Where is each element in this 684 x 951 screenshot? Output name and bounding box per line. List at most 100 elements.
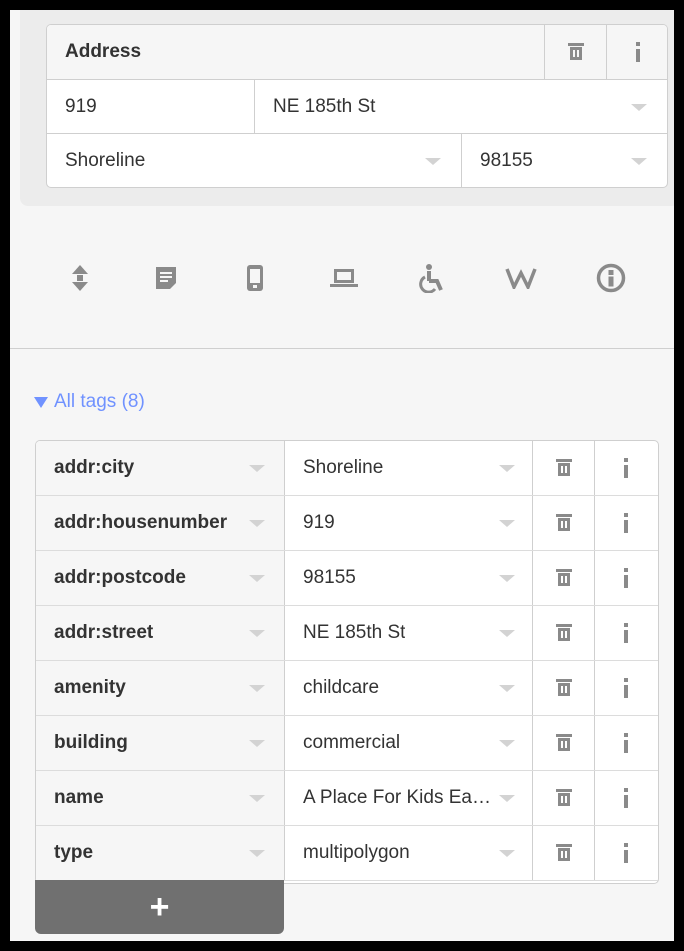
tag-key-input[interactable]: name — [36, 771, 285, 825]
housenumber-value: 919 — [65, 95, 97, 117]
address-info-button[interactable] — [606, 25, 667, 79]
wheelchair-button[interactable] — [412, 260, 452, 296]
tag-value-input[interactable]: commercial — [285, 716, 533, 770]
tag-row: amenity childcare — [36, 661, 658, 716]
tag-key-input[interactable]: addr:postcode — [36, 551, 285, 605]
trash-icon — [555, 734, 572, 751]
tag-row: name A Place For Kids Ea… — [36, 771, 658, 826]
tag-delete-button[interactable] — [533, 826, 595, 880]
tag-info-button[interactable] — [595, 661, 656, 715]
tag-delete-button[interactable] — [533, 661, 595, 715]
housenumber-input[interactable]: 919 — [47, 80, 255, 134]
tag-row: type multipolygon — [36, 826, 658, 881]
website-icon — [330, 269, 358, 287]
tag-delete-button[interactable] — [533, 551, 595, 605]
tag-key-input[interactable]: addr:housenumber — [36, 496, 285, 550]
tag-info-button[interactable] — [595, 771, 656, 825]
tag-value-text: commercial — [303, 732, 401, 753]
tag-delete-button[interactable] — [533, 441, 595, 495]
note-icon — [156, 267, 176, 289]
tag-delete-button[interactable] — [533, 496, 595, 550]
tag-row: building commercial — [36, 716, 658, 771]
phone-button[interactable] — [235, 260, 275, 296]
trash-icon — [555, 789, 572, 806]
field-icons-row — [10, 242, 674, 312]
tag-value-input[interactable]: 98155 — [285, 551, 533, 605]
tag-row: addr:postcode 98155 — [36, 551, 658, 606]
tag-row: addr:city Shoreline — [36, 441, 658, 496]
chevron-down-icon — [499, 465, 515, 472]
tag-row: addr:housenumber 919 — [36, 496, 658, 551]
tag-delete-button[interactable] — [533, 606, 595, 660]
tag-value-input[interactable]: multipolygon — [285, 826, 533, 880]
address-field-section: Address 919 NE 185th St Shoreline 98155 — [20, 10, 674, 206]
chevron-down-icon — [499, 630, 515, 637]
info-icon — [623, 733, 628, 753]
chevron-down-icon — [499, 685, 515, 692]
tag-key-input[interactable]: addr:street — [36, 606, 285, 660]
all-tags-toggle[interactable]: All tags (8) — [34, 391, 145, 413]
tag-value-input[interactable]: Shoreline — [285, 441, 533, 495]
elevation-button[interactable] — [60, 260, 100, 296]
wikipedia-icon — [505, 268, 537, 289]
chevron-down-icon — [425, 158, 441, 165]
tag-info-button[interactable] — [595, 716, 656, 770]
tag-value-input[interactable]: A Place For Kids Ea… — [285, 771, 533, 825]
chevron-down-icon — [249, 465, 265, 472]
trash-icon — [555, 459, 572, 476]
tag-delete-button[interactable] — [533, 716, 595, 770]
tag-info-button[interactable] — [595, 551, 656, 605]
tag-value-input[interactable]: NE 185th St — [285, 606, 533, 660]
tag-value-input[interactable]: 919 — [285, 496, 533, 550]
info-circle-icon — [596, 263, 626, 293]
trash-icon — [555, 679, 572, 696]
info-circle-button[interactable] — [591, 260, 631, 296]
city-combo[interactable]: Shoreline — [47, 134, 462, 187]
tag-value-text: NE 185th St — [303, 622, 406, 643]
tag-key-text: addr:housenumber — [54, 512, 228, 533]
note-button[interactable] — [146, 260, 186, 296]
tag-row: addr:street NE 185th St — [36, 606, 658, 661]
chevron-down-icon — [499, 575, 515, 582]
chevron-down-icon — [249, 740, 265, 747]
street-value: NE 185th St — [273, 95, 376, 117]
tag-value-text: 98155 — [303, 567, 356, 588]
tag-value-text: Shoreline — [303, 457, 384, 478]
postcode-combo[interactable]: 98155 — [462, 134, 667, 187]
chevron-down-icon — [499, 520, 515, 527]
tag-info-button[interactable] — [595, 441, 656, 495]
tag-key-input[interactable]: addr:city — [36, 441, 285, 495]
info-icon — [623, 568, 628, 588]
tag-key-input[interactable]: type — [36, 826, 285, 880]
info-icon — [623, 623, 628, 643]
address-delete-button[interactable] — [544, 25, 606, 79]
tag-delete-button[interactable] — [533, 771, 595, 825]
add-tag-label: + — [149, 887, 170, 926]
all-tags-label: All tags (8) — [54, 391, 145, 412]
wikipedia-button[interactable] — [501, 260, 541, 296]
trash-icon — [555, 624, 572, 641]
info-icon — [623, 513, 628, 533]
trash-icon — [555, 569, 572, 586]
tag-info-button[interactable] — [595, 606, 656, 660]
info-icon — [623, 788, 628, 808]
inspector-panel: Address 919 NE 185th St Shoreline 98155 … — [10, 10, 674, 941]
tag-value-input[interactable]: childcare — [285, 661, 533, 715]
wheelchair-icon — [419, 264, 443, 293]
website-button[interactable] — [324, 260, 364, 296]
tag-info-button[interactable] — [595, 826, 656, 880]
phone-icon — [247, 265, 263, 291]
tag-key-text: addr:postcode — [54, 567, 186, 588]
add-tag-button[interactable]: + — [35, 880, 284, 934]
info-icon — [635, 42, 640, 62]
street-combo[interactable]: NE 185th St — [255, 80, 667, 134]
chevron-down-icon — [249, 685, 265, 692]
tag-value-text: multipolygon — [303, 842, 410, 863]
tag-key-input[interactable]: building — [36, 716, 285, 770]
tag-value-text: childcare — [303, 677, 380, 698]
tag-key-input[interactable]: amenity — [36, 661, 285, 715]
address-header: Address — [47, 25, 667, 80]
chevron-down-icon — [249, 850, 265, 857]
tag-info-button[interactable] — [595, 496, 656, 550]
disclosure-triangle-icon — [34, 396, 48, 408]
